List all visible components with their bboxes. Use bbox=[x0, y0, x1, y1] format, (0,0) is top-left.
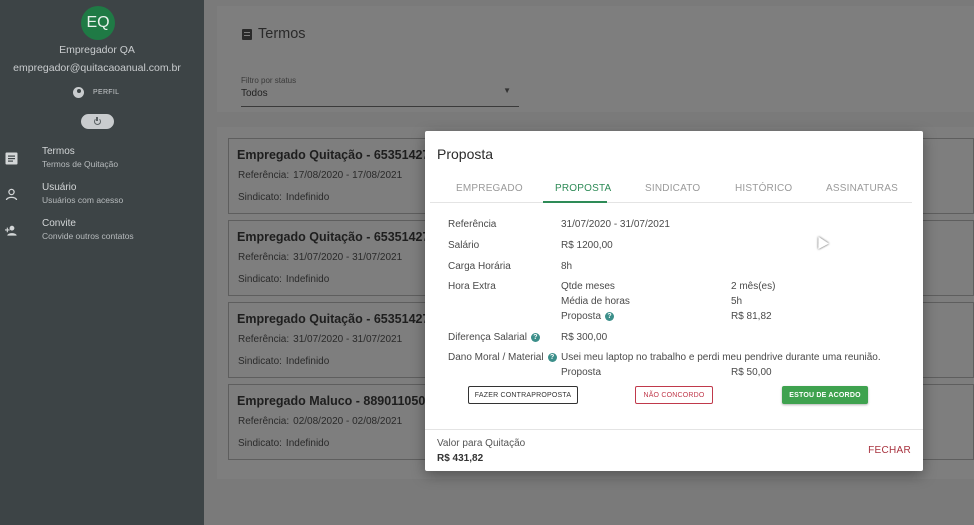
employee-union: Sindicato: Indefinido bbox=[238, 192, 330, 203]
sidebar-item-convite[interactable]: Convite Convide outros contatos bbox=[0, 218, 204, 250]
nav-subtitle: Convide outros contatos bbox=[42, 231, 134, 241]
nav-title: Convite bbox=[42, 218, 76, 229]
referencia-value: 31/07/2020 - 31/07/2021 bbox=[561, 219, 670, 230]
power-icon bbox=[94, 116, 101, 125]
logout-button[interactable] bbox=[81, 114, 114, 129]
hora-extra-label: Hora Extra bbox=[448, 281, 496, 292]
dialog-footer: Valor para Quitação R$ 431,82 FECHAR bbox=[425, 429, 923, 471]
disagree-button[interactable]: NÃO CONCORDO bbox=[635, 386, 713, 404]
settlement-value: R$ 431,82 bbox=[437, 453, 484, 464]
employee-name: Empregado Quitação - 65351427 bbox=[237, 230, 430, 244]
salario-label: Salário bbox=[448, 240, 480, 251]
qtde-meses-label: Qtde meses bbox=[561, 281, 615, 292]
proposal-dialog: Proposta EMPREGADO PROPOSTA SINDICATO HI… bbox=[425, 131, 923, 471]
document-icon bbox=[242, 28, 252, 40]
close-button[interactable]: FECHAR bbox=[868, 445, 911, 456]
sidebar-item-termos[interactable]: Termos Termos de Quitação bbox=[0, 146, 204, 178]
dano-moral-label: Dano Moral / Material bbox=[448, 352, 544, 363]
proposta-label: Proposta bbox=[561, 311, 602, 322]
user-email: empregador@quitacaoanual.com.br bbox=[13, 62, 181, 74]
diferenca-salarial-row: Diferença Salarial ? bbox=[448, 332, 540, 343]
filter-label: Filtro por status bbox=[241, 76, 297, 85]
hora-extra-proposta: Proposta ? bbox=[561, 311, 615, 322]
media-horas-label: Média de horas bbox=[561, 296, 630, 307]
filter-card: Termos Filtro por status Todos ▼ bbox=[217, 6, 974, 112]
diferenca-salarial-value: R$ 300,00 bbox=[561, 332, 608, 343]
active-tab-indicator bbox=[543, 201, 607, 203]
user-name: Empregador QA bbox=[59, 44, 135, 56]
employee-reference: Referência: 17/08/2020 - 17/08/2021 bbox=[238, 170, 403, 181]
nav-subtitle: Termos de Quitação bbox=[42, 159, 119, 169]
employee-union: Sindicato: Indefinido bbox=[238, 274, 330, 285]
dialog-tabs: EMPREGADO PROPOSTA SINDICATO HISTÓRICO A… bbox=[430, 177, 912, 203]
status-filter-select[interactable]: Todos ▼ bbox=[241, 86, 519, 107]
hora-extra-proposta-value: R$ 81,82 bbox=[731, 311, 772, 322]
tab-assinaturas[interactable]: ASSINATURAS bbox=[826, 183, 898, 194]
carga-horaria-label: Carga Horária bbox=[448, 261, 511, 272]
sidebar: EQ Empregador QA empregador@quitacaoanua… bbox=[0, 0, 204, 525]
person-icon bbox=[5, 188, 18, 201]
tab-proposta[interactable]: PROPOSTA bbox=[555, 183, 611, 194]
salario-value: R$ 1200,00 bbox=[561, 240, 613, 251]
employee-name: Empregado Quitação - 65351427 bbox=[237, 312, 430, 326]
diferenca-salarial-label: Diferença Salarial bbox=[448, 332, 527, 343]
dano-proposta-label: Proposta bbox=[561, 367, 602, 378]
status-filter-value: Todos bbox=[241, 88, 268, 99]
employee-name: Empregado Maluco - 889011050 bbox=[237, 394, 426, 408]
employee-reference: Referência: 02/08/2020 - 02/08/2021 bbox=[238, 416, 403, 427]
tab-sindicato[interactable]: SINDICATO bbox=[645, 183, 700, 194]
help-icon[interactable]: ? bbox=[605, 312, 615, 321]
counter-proposal-button[interactable]: FAZER CONTRAPROPOSTA bbox=[468, 386, 578, 404]
page-title-text: Termos bbox=[258, 26, 306, 42]
employee-reference: Referência: 31/07/2020 - 31/07/2021 bbox=[238, 334, 403, 345]
profile-label: PERFIL bbox=[93, 89, 120, 96]
help-icon[interactable]: ? bbox=[547, 353, 557, 362]
qtde-meses-value: 2 mês(es) bbox=[731, 281, 776, 292]
person-add-icon bbox=[5, 225, 17, 236]
nav-title: Usuário bbox=[42, 182, 77, 193]
employee-union: Sindicato: Indefinido bbox=[238, 438, 330, 449]
account-circle-icon bbox=[73, 87, 84, 98]
referencia-label: Referência bbox=[448, 219, 497, 230]
document-icon bbox=[5, 152, 18, 165]
employee-reference: Referência: 31/07/2020 - 31/07/2021 bbox=[238, 252, 403, 263]
dano-moral-row: Dano Moral / Material ? bbox=[448, 352, 557, 363]
tab-historico[interactable]: HISTÓRICO bbox=[735, 183, 792, 194]
dropdown-arrow-icon: ▼ bbox=[503, 86, 511, 95]
avatar: EQ bbox=[81, 6, 115, 40]
profile-link[interactable]: PERFIL bbox=[73, 87, 119, 98]
nav-title: Termos bbox=[42, 146, 75, 157]
dano-proposta-value: R$ 50,00 bbox=[731, 367, 772, 378]
page-title: Termos bbox=[242, 26, 306, 42]
carga-horaria-value: 8h bbox=[561, 261, 573, 272]
media-horas-value: 5h bbox=[731, 296, 743, 307]
agree-button[interactable]: ESTOU DE ACORDO bbox=[782, 386, 868, 404]
dialog-title: Proposta bbox=[437, 146, 494, 162]
help-icon[interactable]: ? bbox=[530, 333, 540, 342]
sidebar-item-usuario[interactable]: Usuário Usuários com acesso bbox=[0, 182, 204, 214]
employee-name: Empregado Quitação - 65351427 bbox=[237, 148, 430, 162]
nav-subtitle: Usuários com acesso bbox=[42, 195, 124, 205]
tab-empregado[interactable]: EMPREGADO bbox=[456, 183, 523, 194]
employee-union: Sindicato: Indefinido bbox=[238, 356, 330, 367]
dano-moral-description: Usei meu laptop no trabalho e perdi meu … bbox=[561, 352, 881, 363]
settlement-value-label: Valor para Quitação bbox=[437, 438, 526, 449]
